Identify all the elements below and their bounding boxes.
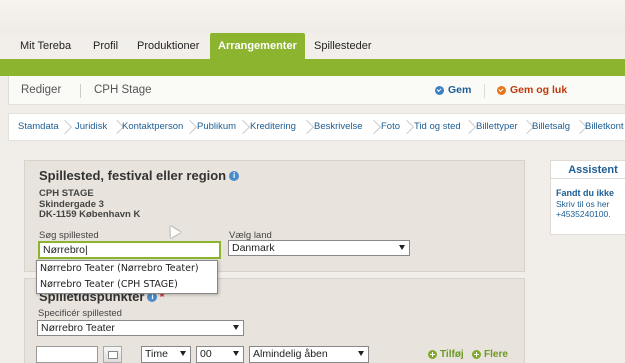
assistant-contact-text: Skriv til os — [556, 199, 598, 209]
info-icon[interactable]: i — [229, 170, 240, 181]
save-and-close-button[interactable]: Gem og luk — [497, 76, 567, 105]
plus-icon — [428, 350, 437, 359]
save-and-close-label: Gem og luk — [510, 84, 568, 96]
country-select[interactable]: Danmark — [228, 240, 410, 256]
date-input[interactable] — [36, 346, 98, 363]
minute-select-value: 00 — [200, 348, 212, 360]
search-venue-value: Nørrebro — [43, 244, 86, 256]
add-button-label: Tilføj — [440, 349, 464, 360]
save-button-label: Gem — [448, 84, 472, 96]
chevron-right-icon — [522, 119, 530, 135]
chevron-right-icon — [185, 119, 193, 135]
chevron-right-icon — [402, 119, 410, 135]
tab-billettyper[interactable]: Billettyper — [476, 114, 518, 140]
address-line: DK-1159 København K — [39, 209, 141, 220]
search-venue-label: Søg spillested — [39, 230, 99, 241]
nav-item-spillesteder[interactable]: Spillesteder — [306, 33, 379, 59]
dropdown-arrow-icon — [180, 351, 186, 356]
assistant-contact-link[interactable]: her — [597, 199, 609, 209]
calendar-icon — [108, 351, 118, 359]
tab-stamdata[interactable]: Stamdata — [18, 114, 59, 140]
tab-billetkont[interactable]: Billetkont — [585, 114, 624, 140]
country-select-value: Danmark — [232, 242, 275, 254]
tab-beskrivelse[interactable]: Beskrivelse — [314, 114, 363, 140]
venue-autocomplete-list: Nørrebro Teater (Nørrebro Teater) Nørreb… — [36, 260, 218, 294]
add-button[interactable]: Tilføj — [428, 346, 464, 363]
dropdown-arrow-icon — [233, 325, 239, 330]
toolbar: Rediger CPH Stage Gem Gem og luk — [8, 76, 625, 105]
tab-kreditering[interactable]: Kreditering — [250, 114, 296, 140]
nav-item-profil[interactable]: Profil — [85, 33, 126, 59]
plus-icon — [472, 350, 481, 359]
autocomplete-option[interactable]: Nørrebro Teater (CPH STAGE) — [37, 277, 217, 293]
save-button[interactable]: Gem — [435, 76, 471, 105]
venue-panel: Spillested, festival eller region i CPH … — [24, 160, 525, 272]
specify-venue-label: Specificér spillested — [38, 308, 122, 319]
venue-panel-title: Spillested, festival eller region i — [39, 168, 240, 183]
assistant-panel: Assistent Fandt du ikke Skriv til os her… — [550, 160, 625, 235]
tab-publikum[interactable]: Publikum — [197, 114, 236, 140]
green-bar — [0, 59, 625, 76]
tab-foto[interactable]: Foto — [381, 114, 400, 140]
hour-select[interactable]: Time — [141, 346, 191, 363]
tab-tid-og-sted[interactable]: Tid og sted — [414, 114, 461, 140]
step-tabs: Stamdata Juridisk Kontaktperson Publikum… — [8, 113, 625, 141]
tab-billetsalg[interactable]: Billetsalg — [532, 114, 570, 140]
more-button[interactable]: Flere — [472, 346, 508, 363]
assistant-title: Assistent — [551, 161, 625, 179]
nav-item-arrangementer[interactable]: Arrangementer — [210, 33, 305, 60]
access-select-value: Almindelig åben — [253, 348, 328, 360]
dropdown-arrow-icon — [399, 245, 405, 250]
chevron-right-icon — [464, 119, 472, 135]
assistant-contact-line: Skriv til os her — [556, 199, 609, 209]
divider — [80, 84, 81, 98]
autocomplete-option[interactable]: Nørrebro Teater (Nørrebro Teater) — [37, 261, 217, 277]
address-line: CPH STAGE — [39, 188, 94, 199]
top-band — [0, 0, 625, 33]
chevron-right-icon — [302, 119, 310, 135]
tab-juridisk[interactable]: Juridisk — [75, 114, 107, 140]
nav-item-produktioner[interactable]: Produktioner — [129, 33, 207, 59]
tab-kontaktperson[interactable]: Kontaktperson — [122, 114, 183, 140]
chevron-right-icon — [112, 119, 120, 135]
nav-item-mit-tereba[interactable]: Mit Tereba — [12, 33, 79, 59]
specify-venue-select[interactable]: Nørrebro Teater — [37, 320, 244, 336]
assistant-heading: Fandt du ikke — [556, 188, 615, 198]
hour-select-value: Time — [145, 348, 168, 360]
venue-address: CPH STAGE Skindergade 3 DK-1159 Københav… — [39, 188, 141, 221]
more-button-label: Flere — [484, 349, 508, 360]
chevron-right-icon — [575, 119, 583, 135]
dropdown-arrow-icon — [358, 351, 364, 356]
main-nav: Mit Tereba Profil Produktioner Arrangeme… — [0, 33, 625, 60]
check-icon — [497, 86, 506, 95]
search-venue-input[interactable]: Nørrebro| — [38, 241, 221, 259]
specify-venue-value: Nørrebro Teater — [41, 322, 115, 334]
divider — [484, 84, 485, 98]
edit-label: Rediger — [21, 84, 62, 96]
chevron-right-icon — [238, 119, 246, 135]
chevron-right-icon — [369, 119, 377, 135]
dropdown-arrow-icon — [233, 351, 239, 356]
stage-label: CPH Stage — [94, 84, 152, 96]
check-icon — [435, 86, 444, 95]
assistant-phone: +4535240100. — [556, 209, 611, 219]
calendar-button[interactable] — [103, 346, 122, 363]
access-select[interactable]: Almindelig åben — [249, 346, 369, 363]
minute-select[interactable]: 00 — [196, 346, 244, 363]
chevron-right-icon — [60, 119, 68, 135]
venue-title-text: Spillested, festival eller region — [39, 168, 227, 183]
